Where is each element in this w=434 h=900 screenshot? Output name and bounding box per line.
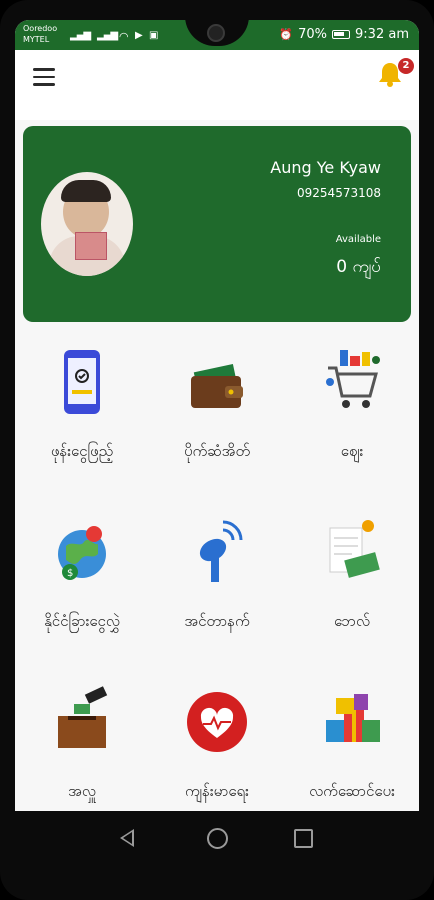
service-gift[interactable]: လက်ဆောင်ပေး [285,670,419,811]
user-name: Aung Ye Kyaw [270,158,381,177]
home-icon[interactable] [207,828,228,849]
service-market[interactable]: ဈေး [285,330,419,500]
clock: 9:32 am [355,27,409,42]
service-internet[interactable]: အင်တာနက် [150,500,284,670]
status-right: ⏰ 70% 9:32 am [279,27,409,42]
battery-icon [332,30,351,39]
camera-notch [185,20,249,46]
signal-icon: ▂▄▆ [97,30,118,41]
account-card: Aung Ye Kyaw 09254573108 Available 0 ကျပ… [23,126,411,322]
service-foreign-transfer[interactable]: $ နိုင်ငံခြားငွေလွှဲ [15,500,149,670]
play-icon: ▶ [135,30,143,41]
camera-icon [207,24,225,42]
notification-badge: 2 [398,58,414,74]
signal-icon: ▂▄▆ [70,30,91,41]
phone-frame: Ooredoo MYTEL ▂▄▆ ▂▄▆ ◠ ▶ ▣ ⏰ 70% 9:32 a… [0,0,434,900]
service-wallet[interactable]: ပိုက်ဆံအိတ် [150,330,284,500]
wifi-antenna-icon [187,516,247,588]
shopping-cart-icon [322,346,382,418]
service-label: လက်ဆောင်ပေး [309,782,395,800]
alarm-icon: ⏰ [279,28,294,41]
heart-health-icon [187,686,247,758]
service-label: ဈေး [340,442,364,460]
service-bill[interactable]: ဘေလ် [285,500,419,670]
carrier-2: MYTEL [23,35,50,44]
avatar[interactable] [41,172,133,276]
svg-text:$: $ [67,568,73,579]
recent-apps-icon[interactable] [294,829,313,848]
system-nav-bar [0,811,434,871]
notification-icon: ▣ [149,30,159,41]
gift-boxes-icon [322,686,382,758]
menu-icon[interactable] [33,68,55,91]
back-icon[interactable] [120,829,134,847]
service-label: ဖုန်းငွေဖြည့် [50,442,114,460]
donation-box-icon [52,686,112,758]
app-bar [15,50,419,120]
balance-amount: 0 ကျပ် [336,257,381,277]
carrier-1: Ooredoo [23,24,58,33]
globe-money-icon: $ [52,516,112,588]
service-health[interactable]: ကျန်းမာရေး [150,670,284,811]
service-label: ကျန်းမာရေး [185,782,249,800]
available-label: Available [335,234,381,245]
service-label: နိုင်ငံခြားငွေလွှဲ [44,612,120,630]
status-bar: Ooredoo MYTEL ▂▄▆ ▂▄▆ ◠ ▶ ▣ ⏰ 70% 9:32 a… [15,20,419,50]
carrier-names: Ooredoo MYTEL [23,23,57,45]
service-donation[interactable]: အလှူ [15,670,149,811]
service-label: ဘေလ် [333,612,371,630]
wallet-icon [187,346,247,418]
wifi-icon: ◠ [119,30,129,43]
user-phone: 09254573108 [297,186,381,200]
service-label: အင်တာနက် [184,612,250,630]
service-mobile-topup[interactable]: ဖုန်းငွေဖြည့် [15,330,149,500]
service-label: အလှူ [68,782,96,800]
battery-percent: 70% [298,27,328,42]
mobile-topup-icon [52,346,112,418]
app-screen: Ooredoo MYTEL ▂▄▆ ▂▄▆ ◠ ▶ ▣ ⏰ 70% 9:32 a… [15,20,419,811]
service-label: ပိုက်ဆံအိတ် [183,442,251,460]
bill-icon [322,516,382,588]
